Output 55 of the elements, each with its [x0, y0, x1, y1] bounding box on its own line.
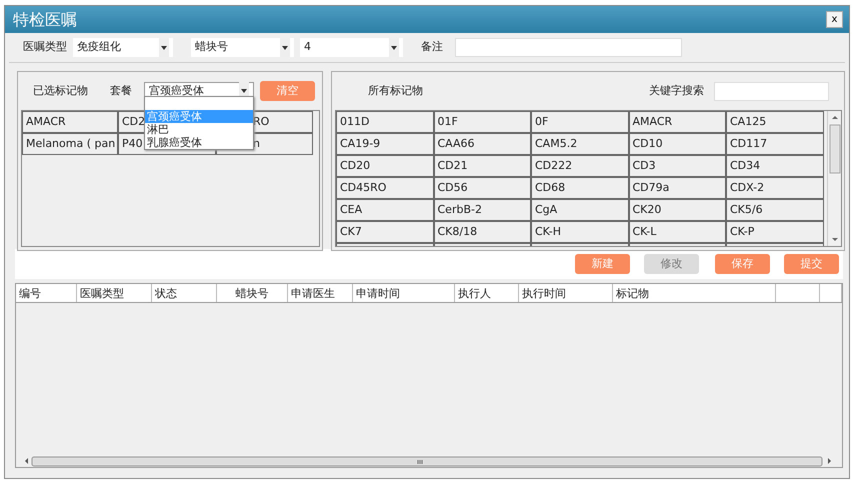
block-select[interactable]: 蜡块号 — [191, 38, 294, 57]
table-cell: CEA — [336, 199, 434, 221]
field-label: 套餐 — [110, 82, 132, 99]
column-header: 编号 — [16, 284, 77, 302]
table-cell: CD68 — [531, 177, 628, 199]
table-cell: CAA66 — [434, 133, 531, 155]
table-cell: CD117 — [726, 133, 824, 155]
column-header: 执行时间 — [519, 284, 613, 302]
table-cell: CD3 — [628, 155, 726, 177]
table-cell: CA19-9 — [336, 133, 434, 155]
table-cell: CK5/6 — [726, 199, 824, 221]
keyword-search-field[interactable] — [714, 82, 829, 100]
window-title: 特检医嘱 — [13, 8, 77, 30]
table-cell: AMACR — [628, 111, 726, 133]
table-cell: CD56 — [434, 177, 531, 199]
table-cell: CA125 — [726, 111, 824, 133]
table-cell: CD34 — [726, 155, 824, 177]
remark-field[interactable] — [455, 38, 682, 57]
panel-label: 所有标记物 — [368, 82, 423, 99]
table-cell: CerbB-2 — [434, 199, 531, 221]
table-cell: 011D — [336, 111, 434, 133]
table-cell: 0F — [531, 111, 628, 133]
table-cell: 01F — [434, 111, 531, 133]
table-cell: CD45RO — [336, 177, 434, 199]
field-label: 关键字搜索 — [649, 82, 704, 99]
scrollbar[interactable] — [827, 111, 841, 246]
field-label: 医嘱类型 — [23, 39, 67, 56]
table-cell: CDX-2 — [726, 177, 824, 199]
table-cell: CK-P — [726, 221, 824, 243]
table-cell: CgA — [531, 199, 628, 221]
column-header: 申请时间 — [353, 284, 455, 302]
table-cell: CD20 — [336, 155, 434, 177]
close-button[interactable]: x — [826, 11, 843, 28]
table-cell: CD10 — [628, 133, 726, 155]
table-cell: CD21 — [434, 155, 531, 177]
table-cell: CAM5.2 — [531, 133, 628, 155]
table-cell: CK7 — [336, 221, 434, 243]
column-header: 执行人 — [455, 284, 519, 302]
table-cell: CK-L — [628, 221, 726, 243]
table-cell: CK8/18 — [434, 221, 531, 243]
column-header: 标记物 — [613, 284, 776, 302]
table-cell: CD222 — [531, 155, 628, 177]
block-number-select[interactable]: 4 — [300, 38, 403, 57]
order-type-select[interactable]: 免疫组化 — [73, 38, 173, 57]
field-label: 备注 — [421, 39, 443, 56]
column-header: 医嘱类型 — [77, 284, 152, 302]
panel-label: 已选标记物 — [33, 82, 88, 99]
column-header: 状态 — [152, 284, 217, 302]
table-cell: CK-H — [531, 221, 628, 243]
column-header: 蜡块号 — [217, 284, 288, 302]
column-header: 申请医生 — [288, 284, 353, 302]
table-cell: CK20 — [628, 199, 726, 221]
table-cell: Melanoma ( pan — [22, 133, 118, 155]
table-cell: AMACR — [22, 111, 118, 133]
table-cell: CD79a — [628, 177, 726, 199]
